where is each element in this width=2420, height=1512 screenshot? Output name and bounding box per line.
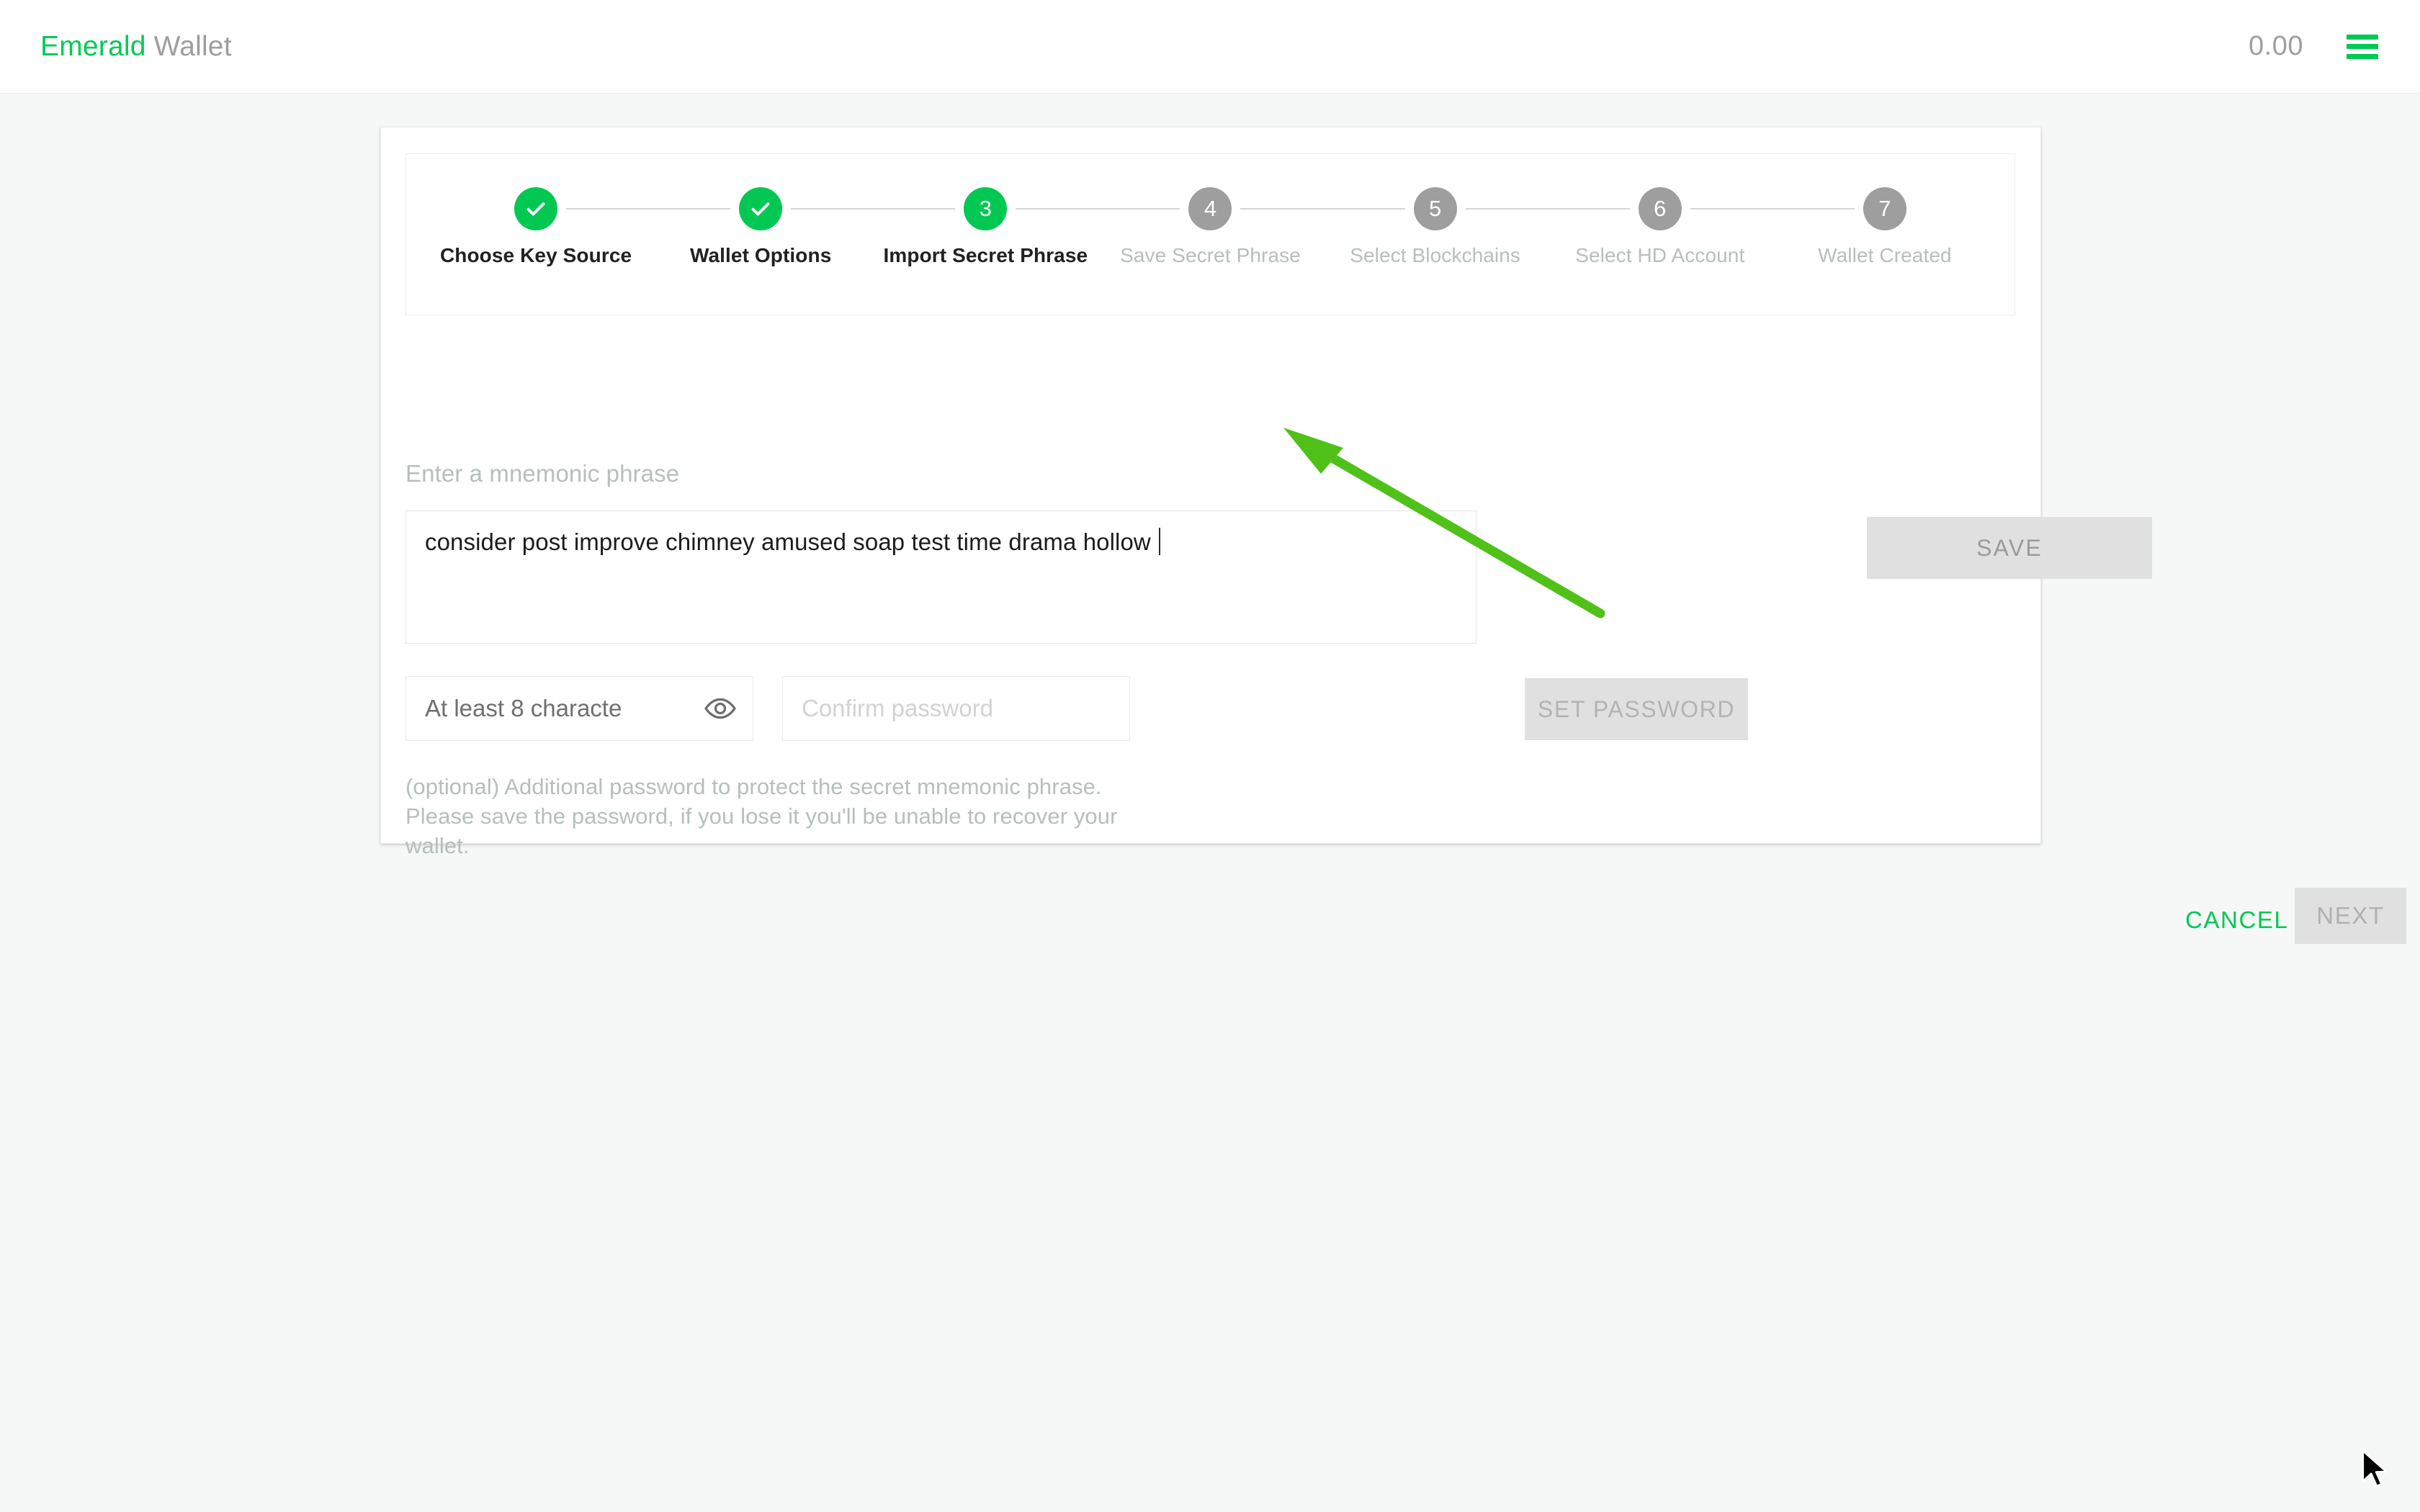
step-7-wallet-created[interactable]: 7 Wallet Created [1773,187,1997,267]
step-5-select-blockchains[interactable]: 5 Select Blockchains [1323,187,1548,267]
step-connector-4 [1240,208,1404,210]
next-button[interactable]: NEXT [2295,888,2406,944]
header-right-group: 0.00 [2249,31,2384,62]
step-5-label: Select Blockchains [1350,244,1520,267]
balance-display: 0.00 [2249,31,2303,62]
step-7-indicator: 7 [1863,187,1906,230]
step-4-label: Save Secret Phrase [1120,244,1301,267]
stepper-container: Choose Key Source Wallet Options 3 Impor… [405,153,2015,315]
mnemonic-text: consider post improve chimney amused soa… [425,528,1157,555]
eye-icon[interactable] [704,692,737,725]
password-field[interactable]: At least 8 characte [405,676,753,741]
step-2-indicator [739,187,782,230]
step-6-indicator: 6 [1639,187,1682,230]
step-5-indicator: 5 [1414,187,1457,230]
mnemonic-input[interactable]: consider post improve chimney amused soa… [405,510,1476,644]
step-6-label: Select HD Account [1575,244,1744,267]
step-3-import-secret-phrase[interactable]: 3 Import Secret Phrase [873,187,1098,267]
step-7-label: Wallet Created [1818,244,1952,267]
step-2-wallet-options[interactable]: Wallet Options [648,187,873,267]
confirm-password-placeholder: Confirm password [802,695,993,722]
mnemonic-field-label: Enter a mnemonic phrase [405,460,679,487]
wallet-setup-card: Choose Key Source Wallet Options 3 Impor… [380,127,2041,844]
brand-secondary: Wallet [154,31,232,62]
text-caret [1159,528,1160,555]
check-icon [748,196,774,222]
stepper: Choose Key Source Wallet Options 3 Impor… [406,154,2015,315]
step-6-select-hd-account[interactable]: 6 Select HD Account [1548,187,1773,267]
step-connector-1 [566,208,730,210]
step-2-label: Wallet Options [690,244,831,267]
step-connector-2 [791,208,955,210]
app-header: Emerald Wallet 0.00 [0,0,2420,94]
hamburger-bar-2 [2347,44,2378,49]
step-4-save-secret-phrase[interactable]: 4 Save Secret Phrase [1098,187,1322,267]
save-mnemonic-button[interactable]: SAVE [1867,517,2152,579]
step-3-indicator: 3 [964,187,1007,230]
step-4-indicator: 4 [1188,187,1232,230]
hamburger-bar-3 [2347,54,2378,59]
mouse-cursor [2359,1447,2392,1493]
hamburger-menu-icon[interactable] [2347,35,2378,59]
app-brand: Emerald Wallet [40,31,232,63]
step-connector-6 [1690,208,1855,210]
check-icon [523,196,549,222]
step-1-choose-key-source[interactable]: Choose Key Source [424,187,648,267]
step-1-indicator [514,187,557,230]
step-1-label: Choose Key Source [440,244,632,267]
step-3-label: Import Secret Phrase [884,244,1088,267]
password-hint-text: (optional) Additional password to protec… [405,772,1147,861]
password-placeholder: At least 8 characte [425,695,622,722]
step-connector-5 [1466,208,1630,210]
confirm-password-field[interactable]: Confirm password [782,676,1130,741]
cancel-button[interactable]: CANCEL [2171,898,2303,942]
brand-primary: Emerald [40,31,146,62]
hamburger-bar-1 [2347,35,2378,40]
step-connector-3 [1016,208,1180,210]
set-password-button[interactable]: SET PASSWORD [1525,678,1748,740]
